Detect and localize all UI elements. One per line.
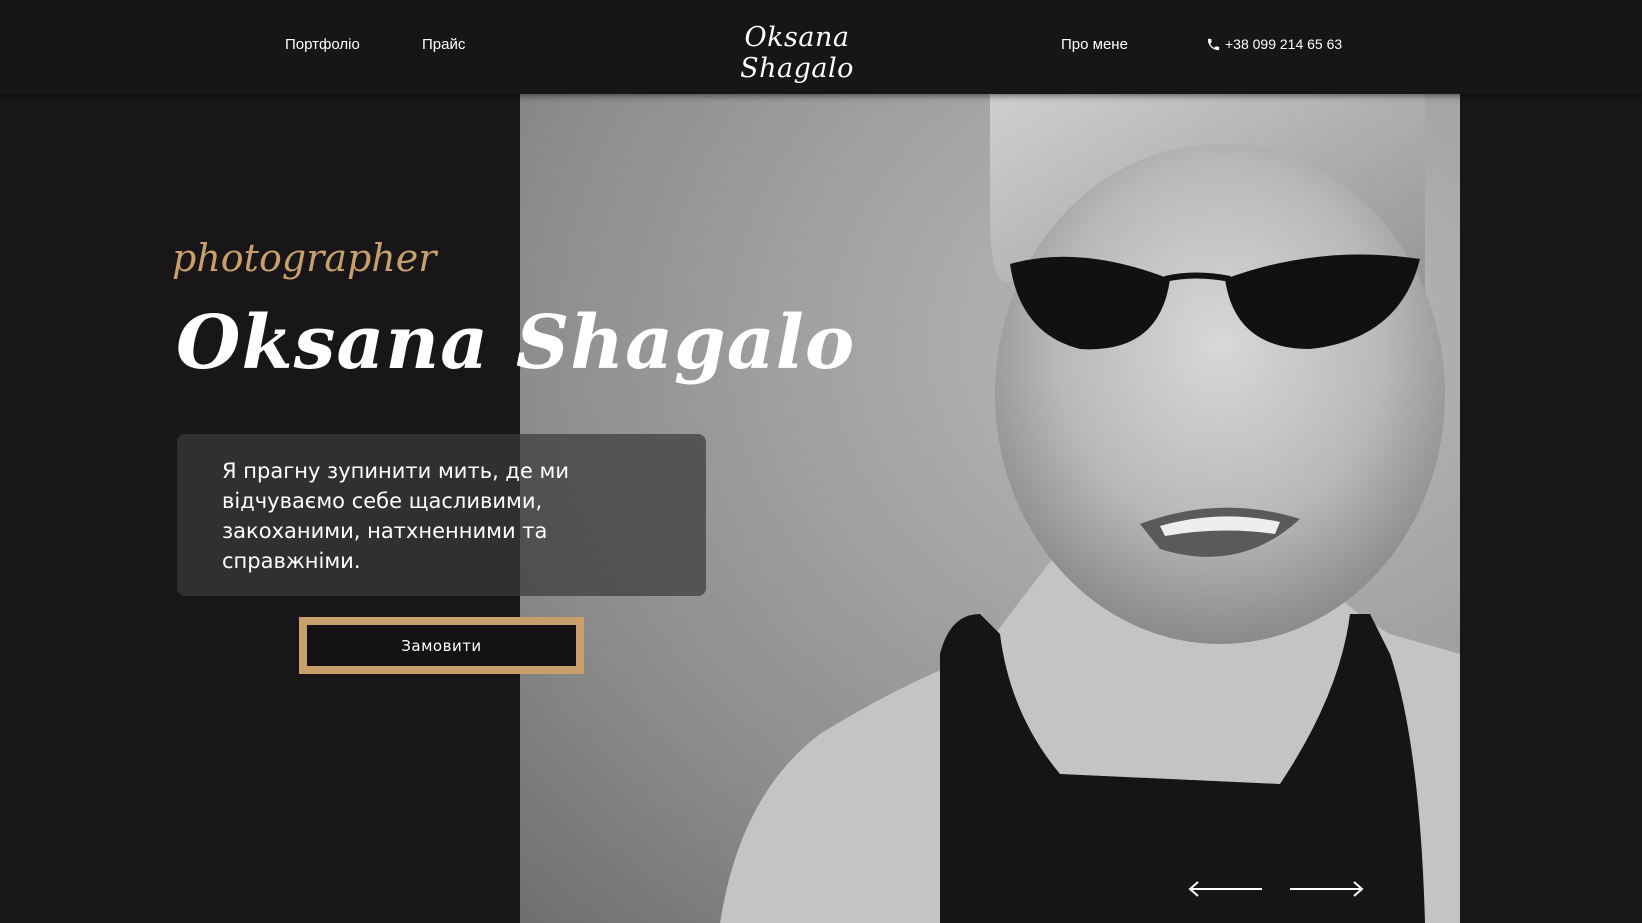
site-logo[interactable]: Oksana Shagalo <box>712 22 882 84</box>
nav-about[interactable]: Про мене <box>1061 36 1128 53</box>
hero-title: Oksana Shagalo <box>176 300 856 386</box>
phone-icon <box>1206 37 1221 52</box>
hero-subtitle: photographer <box>172 236 437 280</box>
slider-next-button[interactable] <box>1288 880 1364 898</box>
order-button[interactable]: Замовити <box>299 617 584 674</box>
nav-portfolio[interactable]: Портфоліо <box>285 36 360 53</box>
phone-link[interactable]: +38 099 214 65 63 <box>1206 36 1342 52</box>
nav-price[interactable]: Прайс <box>422 36 465 53</box>
phone-number: +38 099 214 65 63 <box>1225 36 1343 52</box>
slider-prev-button[interactable] <box>1188 880 1264 898</box>
arrow-left-icon <box>1188 881 1262 897</box>
hero-quote: Я прагну зупинити мить, де ми відчуваємо… <box>222 459 570 573</box>
site-header: Портфоліо Прайс Oksana Shagalo Про мене … <box>0 0 1642 94</box>
arrow-right-icon <box>1290 881 1364 897</box>
quote-card: Я прагну зупинити мить, де ми відчуваємо… <box>177 434 706 596</box>
